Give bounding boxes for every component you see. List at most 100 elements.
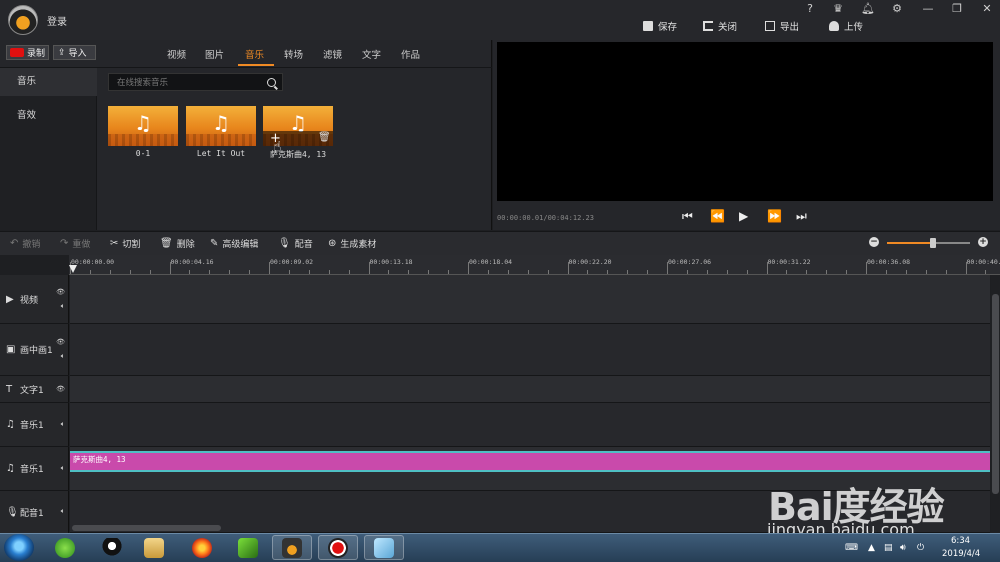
active-tab-indicator <box>238 64 274 66</box>
taskbar-app-notes[interactable] <box>364 535 404 560</box>
speaker-icon[interactable]: 🔈︎ <box>61 507 65 516</box>
speaker-icon[interactable]: 🔈︎ <box>61 464 65 473</box>
taskbar-app-video-editor[interactable] <box>272 535 312 560</box>
network-icon[interactable]: ▤ <box>884 543 893 553</box>
volume-icon[interactable]: 🔊︎ <box>900 543 906 553</box>
track-header-pip[interactable]: ▣ 画中画1 👁︎ 🔈︎ <box>0 324 69 376</box>
playhead[interactable] <box>69 265 77 273</box>
minimize-icon[interactable]: — <box>921 2 935 15</box>
search-icon[interactable] <box>267 78 276 87</box>
track-header-music-2[interactable]: ♫ 音乐1 🔈︎ <box>0 447 69 491</box>
ruler-minor-tick <box>925 270 927 274</box>
track-header-video[interactable]: ▶ 视频 👁︎ 🔈︎ <box>0 275 69 324</box>
speaker-icon[interactable]: 🔈︎ <box>61 302 65 311</box>
import-button[interactable]: ⇪ 导入 <box>53 45 96 60</box>
tab-transitions[interactable]: 转场 <box>284 47 303 61</box>
ruler-tick-label: 00:00:09.02 <box>270 258 314 266</box>
sidebar-item-music[interactable]: 音乐 <box>0 68 97 96</box>
redo-button[interactable]: ↷ 重做 <box>60 237 90 250</box>
gear-icon[interactable]: ⚙ <box>890 2 904 15</box>
step-forward-icon[interactable]: ⏩ <box>767 209 782 223</box>
speaker-icon[interactable]: 🔈︎ <box>61 352 65 361</box>
dub-button[interactable]: 🎙︎ 配音 <box>278 237 313 250</box>
advanced-edit-button[interactable]: ✎ 高级编辑 <box>210 237 258 250</box>
video-preview[interactable] <box>497 42 993 201</box>
cut-button[interactable]: ✂ 切割 <box>110 237 140 250</box>
avatar[interactable] <box>8 5 38 35</box>
tab-text[interactable]: 文字 <box>362 47 381 61</box>
taskbar-app-media[interactable] <box>228 535 268 560</box>
eye-icon[interactable]: 👁︎ <box>56 288 65 297</box>
clock-time[interactable]: 6:34 <box>951 536 970 546</box>
track-header-dub[interactable]: 🎙︎ 配音1 🔈︎ <box>0 491 69 533</box>
eye-icon[interactable]: 👁︎ <box>56 338 65 347</box>
taskbar-app-qq[interactable] <box>92 535 132 560</box>
save-button[interactable]: 保存 <box>643 19 677 33</box>
track-lane[interactable] <box>70 376 990 403</box>
power-icon[interactable]: ⏻ <box>917 543 924 553</box>
video-editor-icon <box>282 537 302 558</box>
generate-material-button[interactable]: ⊛ 生成素材 <box>328 237 376 250</box>
track-lane[interactable] <box>70 403 990 447</box>
taskbar-app-explorer[interactable] <box>134 535 174 560</box>
zoom-slider-handle[interactable] <box>929 238 936 248</box>
zoom-in-icon[interactable]: + <box>978 237 988 247</box>
tab-filters[interactable]: 滤镜 <box>323 47 342 61</box>
ruler-minor-tick <box>726 270 728 274</box>
delete-button[interactable]: 🗑︎ 删除 <box>160 237 195 250</box>
record-button[interactable]: 录制 <box>6 45 49 60</box>
zoom-out-icon[interactable]: − <box>869 237 879 247</box>
upload-button[interactable]: 上传 <box>829 19 863 33</box>
trash-icon[interactable]: 🗑︎ <box>318 132 331 143</box>
play-icon[interactable]: ▶ <box>739 209 748 223</box>
ruler-minor-tick <box>408 270 410 274</box>
music-note-icon: ♫ <box>6 463 15 474</box>
vertical-scrollbar-thumb[interactable] <box>992 294 999 494</box>
music-item-thumbnail[interactable]: ♫ <box>108 106 178 146</box>
eye-icon[interactable]: 👁︎ <box>56 385 65 394</box>
ruler-minor-tick <box>388 270 390 274</box>
music-item-thumbnail[interactable]: ♫ <box>186 106 256 146</box>
show-hidden-icons[interactable]: ▲ <box>868 543 875 553</box>
track-header-music-1[interactable]: ♫ 音乐1 🔈︎ <box>0 403 69 447</box>
keyboard-icon[interactable]: ⌨ <box>845 543 858 553</box>
ruler-minor-tick <box>189 270 191 274</box>
tab-music[interactable]: 音乐 <box>245 47 264 61</box>
skip-back-icon[interactable]: ⏮ <box>682 209 693 224</box>
speaker-icon[interactable]: 🔈︎ <box>61 420 65 429</box>
close-icon[interactable]: ✕ <box>980 2 994 15</box>
ruler-minor-tick <box>846 270 848 274</box>
bell-icon[interactable]: 🔔︎ <box>861 2 875 15</box>
tab-works[interactable]: 作品 <box>401 47 420 61</box>
music-item-label: 0-1 <box>135 149 151 158</box>
vip-icon[interactable]: ♛ <box>831 2 845 15</box>
qq-icon <box>102 537 122 558</box>
login-link[interactable]: 登录 <box>47 13 67 28</box>
horizontal-scrollbar-thumb[interactable] <box>72 525 221 531</box>
search-box <box>108 73 283 91</box>
clock-date[interactable]: 2019/4/4 <box>942 549 980 559</box>
tab-video[interactable]: 视频 <box>167 47 186 61</box>
export-button[interactable]: 导出 <box>765 19 799 33</box>
taskbar-app-browser[interactable] <box>45 535 85 560</box>
sidebar-item-sound-effects[interactable]: 音效 <box>0 102 97 130</box>
undo-button[interactable]: ↶ 撤销 <box>10 237 40 250</box>
ruler-minor-tick <box>249 270 251 274</box>
track-header-text[interactable]: T 文字1 👁︎ <box>0 376 69 403</box>
ruler-minor-tick <box>686 270 688 274</box>
ruler-minor-tick <box>348 270 350 274</box>
track-lane[interactable] <box>70 275 990 324</box>
search-input[interactable] <box>117 76 267 89</box>
taskbar-app-firefox[interactable] <box>182 535 222 560</box>
taskbar-app-recorder[interactable] <box>318 535 358 560</box>
tab-images[interactable]: 图片 <box>205 47 224 61</box>
skip-forward-icon[interactable]: ⏭ <box>796 209 807 224</box>
help-icon[interactable]: ? <box>803 2 817 15</box>
start-button[interactable] <box>4 534 34 561</box>
step-back-icon[interactable]: ⏪ <box>710 209 725 223</box>
track-lane[interactable] <box>70 324 990 376</box>
dub-label: 配音 <box>294 240 313 250</box>
ruler-minor-tick <box>905 270 907 274</box>
restore-icon[interactable]: ❐ <box>950 2 964 15</box>
close-project-button[interactable]: 关闭 <box>703 19 737 33</box>
